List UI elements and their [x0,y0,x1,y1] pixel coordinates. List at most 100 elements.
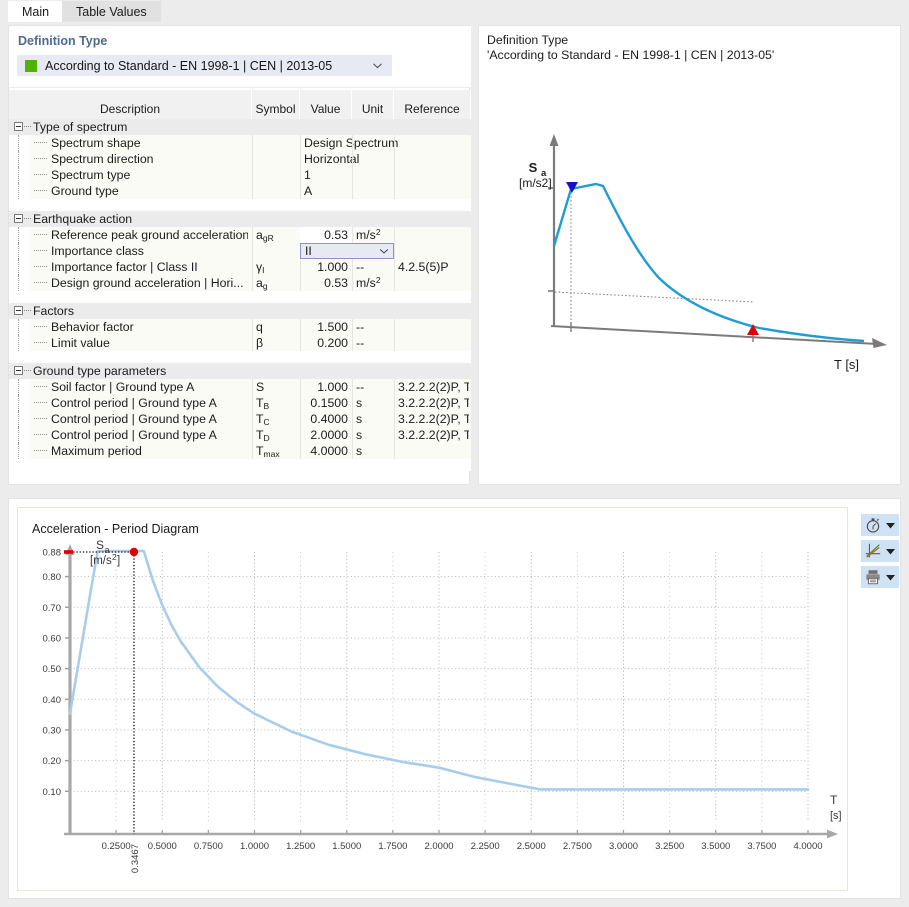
table-row[interactable]: Reference peak ground acceleration agR 0.5… [9,227,471,243]
tab-main-label: Main [22,5,50,19]
table-row[interactable]: Maximum period Tmax 4.0000 s [9,443,471,459]
cell-value[interactable]: 0.200 [300,335,348,351]
column-header-description[interactable]: Description [9,99,252,119]
cell-divider [300,167,301,183]
tree-connector [34,418,47,419]
y-tick-label: 0.20 [43,756,62,767]
group-row[interactable]: Factors [9,303,471,319]
row-gutter [9,275,29,291]
table-row[interactable]: Control period | Ground type A TD 2.0000 s 3… [9,427,471,443]
chart-y-axis-label: S [96,538,104,552]
pre-header-symbol [252,90,300,99]
cell-divider [252,319,253,335]
tree-line [18,183,19,199]
cell-value[interactable]: 0.4000 [300,411,348,427]
row-gutter [9,167,29,183]
table-row[interactable]: Behavior factor q 1.500 -- [9,319,471,335]
x-axis-arrow [827,829,838,839]
group-row[interactable]: Type of spectrum [9,119,471,135]
chart-diagram-button[interactable] [861,540,899,562]
pre-header-description [9,90,252,99]
cell-value[interactable]: 1.500 [300,319,348,335]
cell-symbol [256,243,298,259]
cell-divider [300,183,301,199]
cell-value[interactable]: 0.53 [300,227,348,243]
chart-frame: Acceleration - Period Diagram 0.10 0.20 0.… [17,507,848,891]
group-row[interactable]: Earthquake action [9,211,471,227]
cell-divider [252,227,253,243]
cell-divider [352,183,353,199]
table-row[interactable]: Control period | Ground type A TC 0.4000 s 3… [9,411,471,427]
group-spacer [9,291,471,303]
collapse-icon[interactable] [14,214,23,223]
table-row[interactable]: Design ground acceleration | Hori... ag 0.… [9,275,471,291]
x-tick-label: 1.5000 [332,841,361,852]
row-gutter [9,183,29,199]
marker-point[interactable] [129,547,139,557]
tree-connector [34,434,47,435]
cell-divider [394,443,395,459]
acceleration-period-diagram[interactable]: 0.10 0.20 0.30 0.40 0.50 0.60 0.70 0.80 0.88 0.25… [18,534,849,891]
column-header-unit[interactable]: Unit [352,99,394,119]
table-row[interactable]: Spectrum direction Horizontal [9,151,471,167]
collapse-icon[interactable] [14,366,23,375]
importance-class-value: II [305,244,312,258]
cell-value[interactable]: 1.000 [300,379,348,395]
definition-type-select[interactable]: According to Standard - EN 1998-1 | CEN … [17,55,392,76]
column-header-symbol[interactable]: Symbol [252,99,300,119]
table-row[interactable]: Soil factor | Ground type A S 1.000 -- 3.2.2… [9,379,471,395]
row-gutter [9,335,29,351]
group-title: Ground type parameters [33,364,167,378]
table-row[interactable]: Control period | Ground type A TB 0.1500 s 3… [9,395,471,411]
cell-unit: m/s2 [356,227,381,242]
importance-class-select[interactable]: II [300,243,394,259]
tree-connector [34,450,47,451]
stopwatch-icon [866,518,880,533]
cell-description: Ground type [51,184,119,198]
table-row[interactable]: Spectrum type 1 [9,167,471,183]
tree-line [18,335,19,351]
group-row[interactable]: Ground type parameters [9,363,471,379]
cell-divider [352,151,353,167]
cell-value[interactable]: 2.0000 [300,427,348,443]
tab-main[interactable]: Main [8,1,64,22]
chart-timer-button[interactable] [861,514,899,536]
y-tick-label: 0.30 [43,726,62,737]
cell-divider [394,227,395,243]
tree-connector [34,174,47,175]
cell-divider [352,259,353,275]
cell-divider [252,243,253,259]
table-row[interactable]: Importance factor | Class II γI 1.000 -- 4.2… [9,259,471,275]
x-tick-label: 2.7500 [563,841,592,852]
chart-print-button[interactable] [861,566,899,588]
grid-header-row: Description Symbol Value Unit Reference [9,99,471,119]
collapse-icon[interactable] [14,306,23,315]
cell-divider [352,275,353,291]
table-row[interactable]: Spectrum shape Design Spectrum [9,135,471,151]
column-header-reference[interactable]: Reference [394,99,471,119]
printer-icon [866,570,880,585]
table-row[interactable]: Importance class II [9,243,471,259]
cell-unit [356,135,392,151]
cell-description: Spectrum direction [51,152,154,166]
table-row[interactable]: Limit value β 0.200 -- [9,335,471,351]
x-tick-label: 3.0000 [609,841,638,852]
cell-value[interactable]: 0.1500 [300,395,348,411]
cell-unit: s [356,428,363,442]
x-tick-label: 0.7500 [194,841,223,852]
cell-value[interactable]: 4.0000 [300,443,348,459]
chevron-down-icon [886,523,895,529]
x-tick-label: 3.7500 [747,841,776,852]
cell-reference [398,151,469,167]
table-row[interactable]: Ground type A [9,183,471,199]
y-tick-label: 0.88 [43,548,62,559]
cell-value[interactable]: 1.000 [300,259,348,275]
cell-symbol: Tmax [256,444,280,459]
collapse-icon[interactable] [14,122,23,131]
preview-y-arrow [549,134,559,146]
tab-table-values[interactable]: Table Values [62,1,161,22]
cell-value[interactable]: 0.53 [300,275,348,291]
tree-connector [24,218,31,219]
x-tick-label: 3.5000 [701,841,730,852]
column-header-value[interactable]: Value [300,99,352,119]
